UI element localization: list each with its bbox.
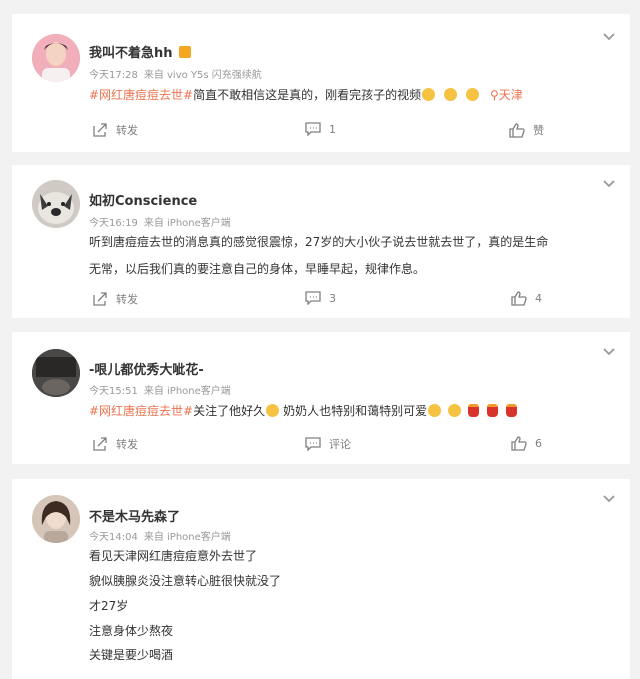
comment-text-line: 关键是要少喝酒: [89, 648, 174, 662]
username[interactable]: 我叫不着急hh: [89, 42, 192, 61]
comment-body: 奶奶人也特别和蔼特别可爱: [283, 404, 428, 418]
like-count[interactable]: 赞: [533, 122, 544, 138]
source-text: 来自 iPhone客户端: [143, 218, 231, 229]
forward-button[interactable]: 转发: [92, 122, 138, 138]
avatar[interactable]: [32, 349, 80, 397]
forward-icon: [93, 292, 107, 306]
comment-text-line: 注意身体少熬夜: [89, 624, 174, 638]
forward-label[interactable]: 转发: [116, 122, 138, 138]
crying-emoji-icon: [448, 404, 462, 417]
comment-count[interactable]: 3: [329, 292, 336, 305]
comment-text-line: 才27岁: [89, 599, 129, 613]
comment-body: 关注了他好久: [193, 404, 266, 418]
comment-text-line: 看见天津网红唐痘痘意外去世了: [89, 549, 258, 563]
crying-emoji-icon: [444, 88, 458, 101]
chevron-down-icon[interactable]: [602, 494, 616, 504]
comment-label[interactable]: 评论: [329, 436, 351, 452]
comment-meta: 今天16:19 来自 iPhone客户端: [89, 214, 237, 229]
comment-card: 我叫不着急hh 今天17:28 来自 vivo Y5s 闪充强续航 #网红唐痘痘去…: [12, 14, 630, 152]
comment-meta: 今天14:04 来自 iPhone客户端: [89, 528, 237, 543]
comment-meta: 今天15:51 来自 iPhone客户端: [89, 382, 237, 397]
timestamp: 今天17:28: [89, 70, 138, 81]
like-button[interactable]: 4: [511, 291, 542, 306]
comment-button[interactable]: 评论: [305, 436, 351, 452]
forward-icon: [93, 437, 107, 451]
hashtag-link[interactable]: #网红唐痘痘去世#: [89, 88, 193, 102]
forward-label[interactable]: 转发: [116, 436, 138, 452]
username-text[interactable]: 我叫不着急hh: [89, 46, 173, 61]
comment-icon: [305, 291, 321, 305]
forward-icon: [93, 123, 107, 137]
thumbs-up-icon: [511, 436, 527, 451]
location-tag[interactable]: ⚲天津: [490, 88, 523, 102]
source-text: 来自 vivo Y5s 闪充强续航: [143, 70, 262, 81]
like-count[interactable]: 4: [535, 292, 542, 305]
comment-text-line: 无常，以后我们真的要注意自己的身体，早睡早起，规律作息。: [89, 262, 426, 276]
comment-count[interactable]: 1: [329, 123, 336, 136]
timestamp: 今天15:51: [89, 386, 138, 397]
chevron-down-icon[interactable]: [602, 179, 616, 189]
comment-button[interactable]: 1: [305, 122, 336, 136]
comment-body: 简直不敢相信这是真的，刚看完孩子的视频: [193, 88, 422, 102]
comment-meta: 今天17:28 来自 vivo Y5s 闪充强续航: [89, 66, 268, 81]
crying-emoji-icon: [466, 88, 480, 101]
avatar[interactable]: [32, 34, 80, 82]
comment-card: 不是木马先森了 今天14:04 来自 iPhone客户端 看见天津网红唐痘痘意外去…: [12, 479, 630, 679]
comment-text: #网红唐痘痘去世#简直不敢相信这是真的，刚看完孩子的视频 ⚲天津: [89, 86, 523, 103]
avatar[interactable]: [32, 180, 80, 228]
chevron-down-icon[interactable]: [602, 347, 616, 357]
timestamp: 今天16:19: [89, 218, 138, 229]
like-button[interactable]: 6: [511, 436, 542, 451]
comment-text-line: 听到唐痘痘去世的消息真的感觉很震惊，27岁的大小伙子说去世就去世了，真的是生命: [89, 235, 549, 249]
forward-button[interactable]: 转发: [92, 436, 138, 452]
like-button[interactable]: 赞: [509, 122, 544, 138]
fire-emoji-icon: [506, 404, 518, 417]
comment-icon: [305, 122, 321, 136]
forward-button[interactable]: 转发: [92, 291, 138, 307]
thumbs-up-icon: [509, 122, 525, 138]
comment-card: 如初Conscience 今天16:19 来自 iPhone客户端 听到唐痘痘去世…: [12, 165, 630, 318]
comment-card: -哏儿都优秀大呲花- 今天15:51 来自 iPhone客户端 #网红唐痘痘去世#…: [12, 332, 630, 464]
username[interactable]: 如初Conscience: [89, 190, 197, 209]
chevron-down-icon[interactable]: [602, 32, 616, 42]
vip-badge-icon: [179, 46, 192, 58]
location-text[interactable]: 天津: [499, 88, 523, 102]
source-text: 来自 iPhone客户端: [143, 386, 231, 397]
source-text: 来自 iPhone客户端: [143, 532, 231, 543]
forward-label[interactable]: 转发: [116, 291, 138, 307]
crying-emoji-icon: [266, 404, 280, 417]
like-count[interactable]: 6: [535, 437, 542, 450]
hashtag-link[interactable]: #网红唐痘痘去世#: [89, 404, 193, 418]
crying-emoji-icon: [428, 404, 442, 417]
comment-button[interactable]: 3: [305, 291, 336, 305]
location-pin-icon: ⚲: [489, 88, 499, 102]
timestamp: 今天14:04: [89, 532, 138, 543]
thumbs-up-icon: [511, 291, 527, 306]
fire-emoji-icon: [487, 404, 499, 417]
username[interactable]: -哏儿都优秀大呲花-: [89, 359, 204, 378]
crying-emoji-icon: [422, 88, 436, 101]
fire-emoji-icon: [468, 404, 480, 417]
comment-text: #网红唐痘痘去世#关注了他好久 奶奶人也特别和蔼特别可爱: [89, 402, 519, 419]
avatar[interactable]: [32, 495, 80, 543]
username[interactable]: 不是木马先森了: [89, 506, 180, 525]
comment-text-line: 貌似胰腺炎没注意转心脏很快就没了: [89, 574, 282, 588]
comment-icon: [305, 437, 321, 451]
